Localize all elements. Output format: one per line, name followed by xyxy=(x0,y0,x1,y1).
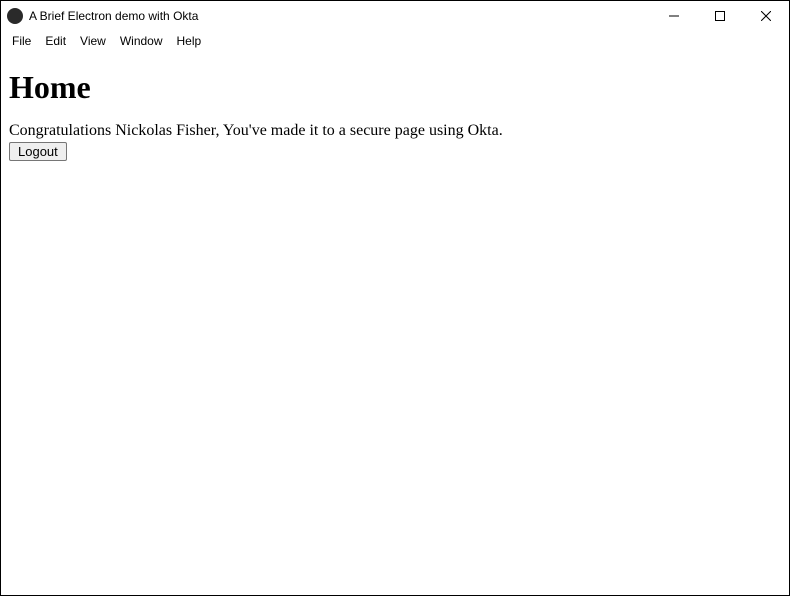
menu-view[interactable]: View xyxy=(73,33,113,49)
maximize-button[interactable] xyxy=(697,1,743,31)
content-area: Home Congratulations Nickolas Fisher, Yo… xyxy=(1,51,789,595)
window-title: A Brief Electron demo with Okta xyxy=(29,9,651,23)
menu-window[interactable]: Window xyxy=(113,33,170,49)
app-icon xyxy=(7,8,23,24)
minimize-button[interactable] xyxy=(651,1,697,31)
close-button[interactable] xyxy=(743,1,789,31)
menu-help[interactable]: Help xyxy=(170,33,209,49)
logout-button[interactable]: Logout xyxy=(9,142,67,161)
menu-file[interactable]: File xyxy=(5,33,38,49)
menu-edit[interactable]: Edit xyxy=(38,33,73,49)
page-title: Home xyxy=(9,69,781,106)
menubar: File Edit View Window Help xyxy=(1,31,789,51)
window-controls xyxy=(651,1,789,31)
titlebar: A Brief Electron demo with Okta xyxy=(1,1,789,31)
welcome-message: Congratulations Nickolas Fisher, You've … xyxy=(9,122,781,140)
